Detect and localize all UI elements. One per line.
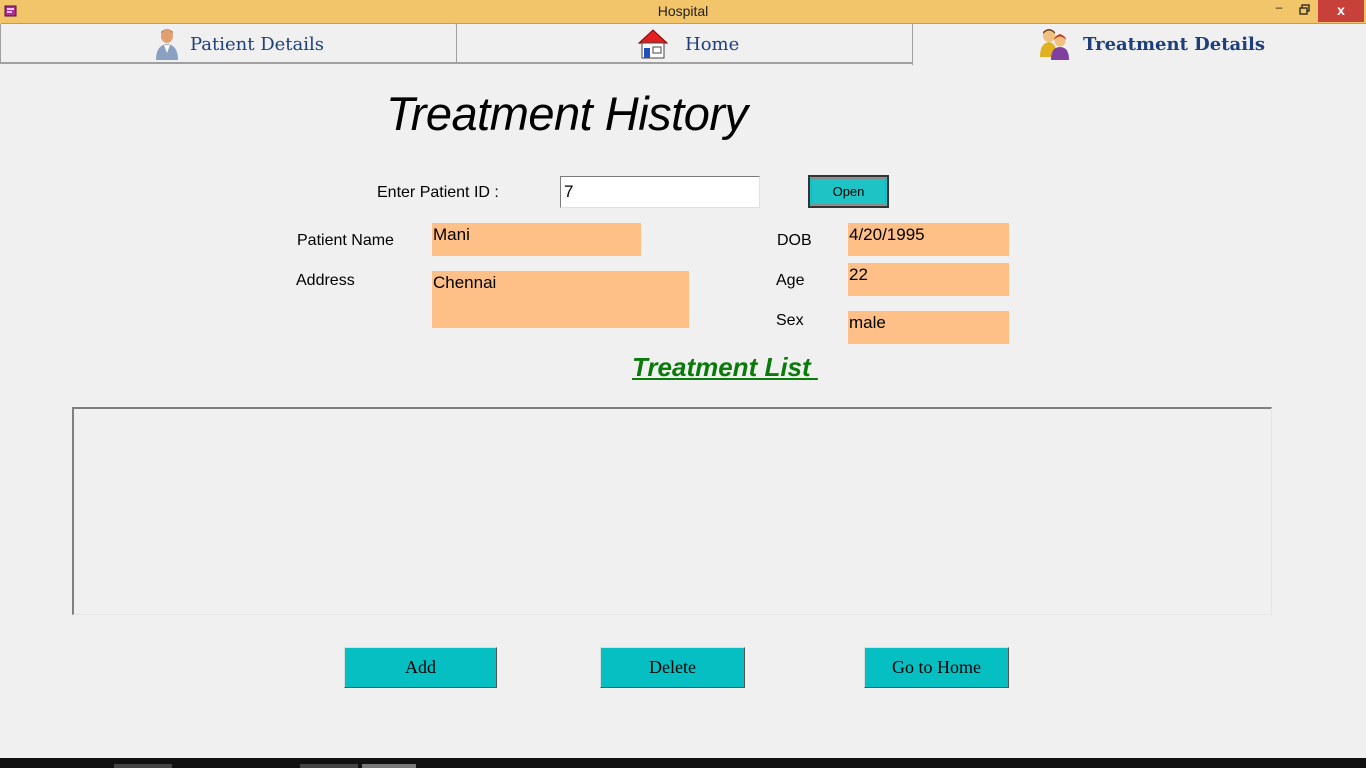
sex-field: male (848, 311, 1009, 344)
tab-label: Patient Details (190, 34, 325, 55)
window-title: Hospital (657, 3, 709, 19)
treatment-list[interactable] (72, 407, 1272, 615)
close-button[interactable]: x (1318, 0, 1364, 22)
tab-home[interactable]: Home (456, 23, 913, 63)
tab-patient-details[interactable]: Patient Details (0, 23, 457, 63)
title-bar: Hospital – x (0, 0, 1366, 23)
taskbar-item[interactable] (114, 764, 172, 768)
address-field: Chennai (432, 271, 689, 328)
treatment-list-title: Treatment List (632, 352, 818, 382)
age-label: Age (776, 272, 805, 289)
open-button[interactable]: Open (808, 175, 889, 208)
taskbar-edge (0, 758, 1366, 768)
patient-id-input[interactable] (560, 176, 760, 208)
add-button[interactable]: Add (344, 647, 497, 688)
dob-field: 4/20/1995 (848, 223, 1009, 256)
house-icon (637, 29, 669, 59)
tab-treatment-details[interactable]: Treatment Details (912, 23, 1366, 65)
taskbar-item[interactable] (300, 764, 358, 768)
taskbar-item[interactable] (362, 764, 416, 768)
page-title: Treatment History (386, 87, 748, 140)
maximize-button[interactable] (1292, 0, 1318, 22)
age-field: 22 (848, 263, 1009, 296)
patient-name-field: Mani (432, 223, 641, 256)
go-to-home-button[interactable]: Go to Home (864, 647, 1009, 688)
person-icon (156, 29, 178, 60)
dob-label: DOB (777, 232, 812, 249)
tab-label: Home (685, 34, 740, 55)
tab-divider (0, 63, 913, 64)
group-icon (1040, 29, 1069, 60)
delete-button[interactable]: Delete (600, 647, 745, 688)
tab-label: Treatment Details (1083, 34, 1266, 55)
patient-id-label: Enter Patient ID : (377, 184, 499, 201)
address-label: Address (296, 272, 355, 289)
patient-name-label: Patient Name (297, 232, 394, 249)
minimize-button[interactable]: – (1266, 0, 1292, 22)
restore-icon (1299, 4, 1310, 15)
sex-label: Sex (776, 312, 804, 329)
